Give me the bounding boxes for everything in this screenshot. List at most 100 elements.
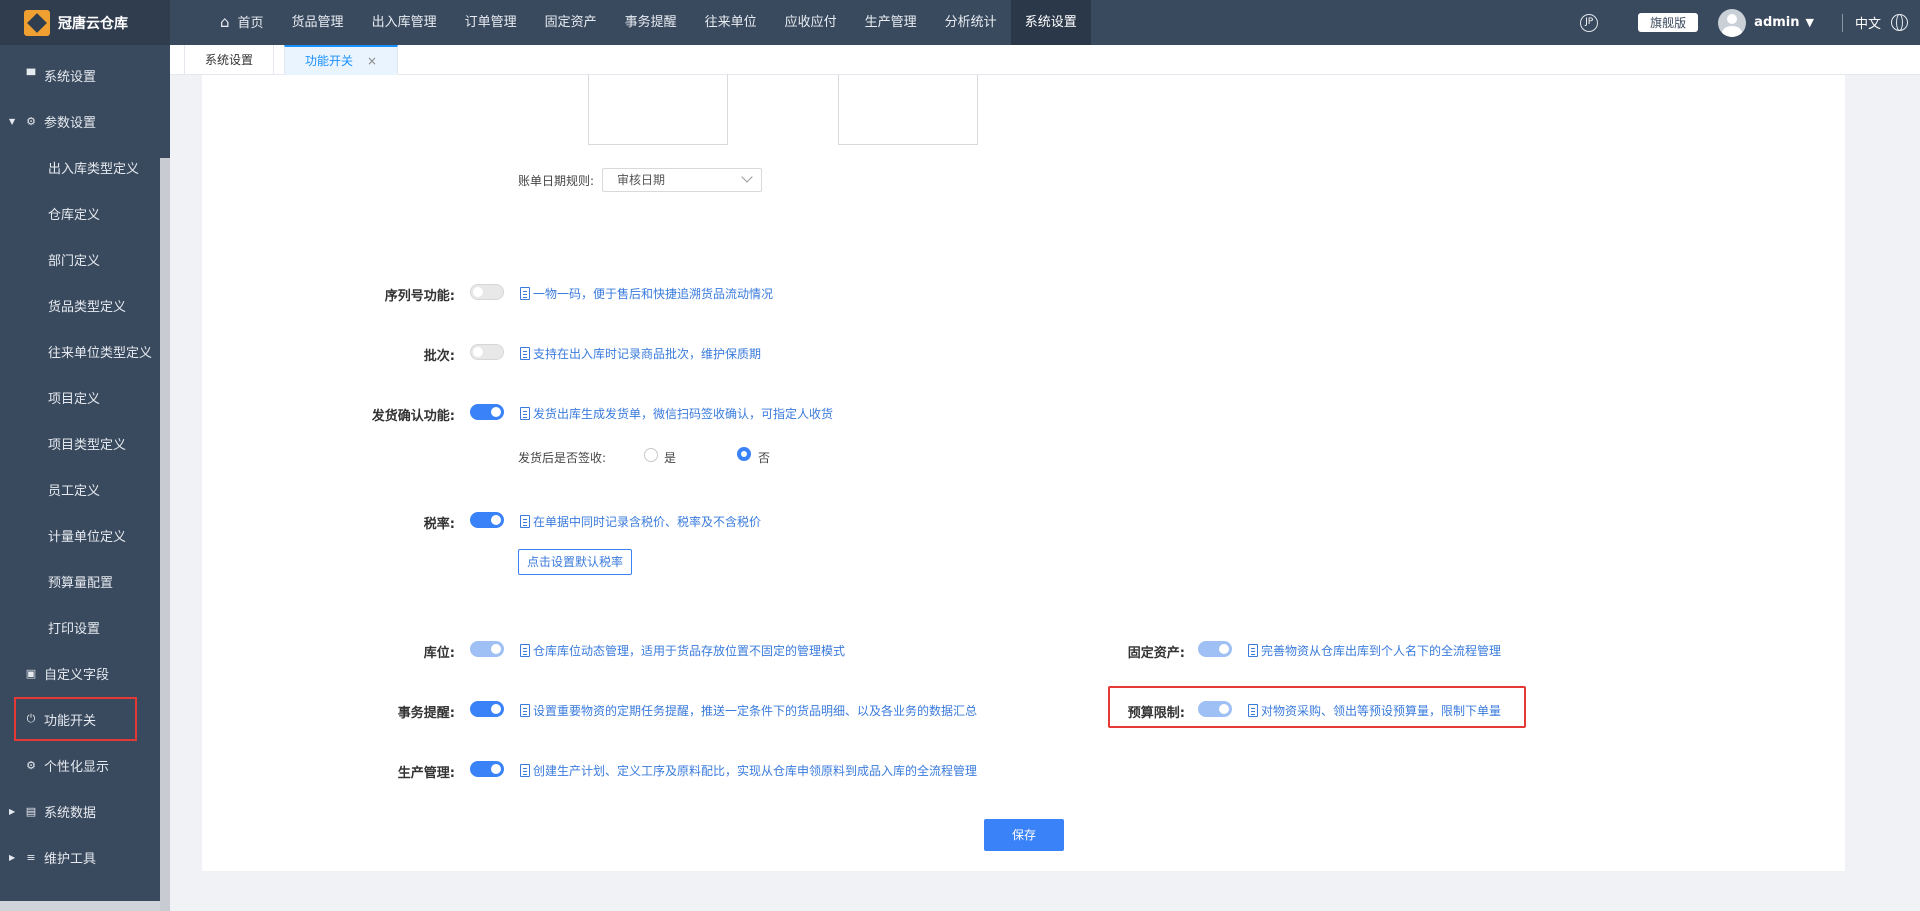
reminder-label: 事务提醒:: [397, 706, 455, 721]
chevron-down-icon: [741, 171, 753, 183]
nav-orders[interactable]: 订单管理: [451, 0, 531, 45]
set-default-tax-button[interactable]: 点击设置默认税率: [518, 549, 633, 575]
top-right-tools: JP 旗舰版 admin ▼ 中文: [1580, 0, 1920, 45]
doc-icon: [520, 764, 530, 777]
tab-system-settings[interactable]: 系统设置: [184, 45, 275, 75]
delivery-sign-no-radio[interactable]: [737, 447, 751, 461]
doc-icon: [520, 515, 530, 528]
fixed-asset-toggle[interactable]: [1198, 641, 1232, 657]
sidebar-item-system-data[interactable]: ▶ ▤ 系统数据: [0, 788, 160, 834]
close-icon[interactable]: ×: [367, 54, 377, 68]
sidebar-item-maintenance[interactable]: ▶ ≡ 维护工具: [0, 834, 160, 880]
sidebar-scrollbar[interactable]: [160, 158, 170, 911]
edition-badge: 旗舰版: [1638, 13, 1699, 32]
user-name[interactable]: admin: [1754, 15, 1799, 30]
sidebar-item-project[interactable]: 项目定义: [0, 374, 160, 420]
logo-icon: [24, 9, 50, 36]
nav-goods[interactable]: 货品管理: [278, 0, 358, 45]
sidebar-item-budget[interactable]: 预算量配置: [0, 558, 160, 604]
reminder-toggle[interactable]: [470, 701, 504, 717]
delivery-sign-no-label[interactable]: 否: [758, 449, 770, 466]
sidebar-horizontal-scrollbar[interactable]: [0, 901, 160, 911]
doc-icon: [1248, 704, 1258, 717]
language-switch[interactable]: 中文: [1855, 13, 1881, 32]
sidebar-item-system-settings[interactable]: ▀ 系统设置: [0, 52, 160, 98]
top-bar: 冠唐云仓库 ⌂ 首页 货品管理 出入库管理 订单管理 固定资产 事务提醒 往来单位…: [0, 0, 1920, 45]
sidebar-item-warehouse[interactable]: 仓库定义: [0, 190, 160, 236]
nav-production[interactable]: 生产管理: [851, 0, 931, 45]
avatar[interactable]: [1718, 8, 1747, 37]
feature-switch-panel: 账单日期规则: 审核日期 序列号功能: 一物一码，便于售后和快捷追溯货品流动情况…: [202, 75, 1845, 871]
sidebar-item-unit[interactable]: 计量单位定义: [0, 512, 160, 558]
tax-desc: 在单据中同时记录含税价、税率及不含税价: [520, 513, 761, 530]
location-desc: 仓库库位动态管理，适用于货品存放位置不固定的管理模式: [520, 642, 845, 659]
nav-fixed-assets[interactable]: 固定资产: [531, 0, 611, 45]
serial-toggle[interactable]: [470, 284, 504, 300]
tab-bar: 系统设置 功能开关 ×: [170, 45, 1920, 75]
save-button[interactable]: 保存: [984, 819, 1064, 851]
bill-date-select[interactable]: 审核日期: [602, 168, 762, 192]
nav-partners[interactable]: 往来单位: [691, 0, 771, 45]
doc-icon: [520, 704, 530, 717]
production-desc: 创建生产计划、定义工序及原料配比，实现从仓库申领原料到成品入库的全流程管理: [520, 762, 977, 779]
production-label: 生产管理:: [397, 766, 455, 781]
gear-icon: ⚙: [26, 114, 36, 128]
nav-analytics[interactable]: 分析统计: [931, 0, 1011, 45]
app-logo[interactable]: 冠唐云仓库: [0, 0, 170, 45]
budget-toggle[interactable]: [1198, 701, 1232, 717]
sidebar-item-partner-type[interactable]: 往来单位类型定义: [0, 328, 160, 374]
sidebar-item-custom-fields[interactable]: ▣ 自定义字段: [0, 650, 160, 696]
budget-label: 预算限制:: [1127, 706, 1185, 721]
image-upload-box[interactable]: [588, 75, 728, 145]
monitor-icon: ▀: [26, 68, 36, 82]
delivery-sign-yes-label[interactable]: 是: [664, 449, 676, 466]
tab-feature-switch[interactable]: 功能开关 ×: [284, 45, 399, 75]
globe-icon[interactable]: [1891, 14, 1908, 31]
doc-icon: [520, 644, 530, 657]
nav-reminders[interactable]: 事务提醒: [611, 0, 691, 45]
gear-icon: ⚙: [26, 758, 36, 772]
doc-icon: [520, 287, 530, 300]
nav-system-settings[interactable]: 系统设置: [1010, 0, 1091, 45]
image-upload-box[interactable]: [838, 75, 978, 145]
nav-receivables[interactable]: 应收应付: [771, 0, 851, 45]
caret-right-icon: ▶: [9, 852, 16, 862]
chart-icon: ▤: [25, 804, 37, 818]
reminder-desc: 设置重要物资的定期任务提醒，推送一定条件下的货品明细、以及各业务的数据汇总: [520, 702, 977, 719]
serial-desc: 一物一码，便于售后和快捷追溯货品流动情况: [520, 285, 773, 302]
sidebar-item-params[interactable]: ▼ ⚙ 参数设置: [0, 98, 160, 144]
production-toggle[interactable]: [470, 761, 504, 777]
delivery-label: 发货确认功能:: [371, 409, 455, 424]
nav-inout[interactable]: 出入库管理: [358, 0, 451, 45]
tax-toggle[interactable]: [470, 512, 504, 528]
doc-icon: [1248, 644, 1258, 657]
sidebar-item-employee[interactable]: 员工定义: [0, 466, 160, 512]
sidebar-item-inout-type[interactable]: 出入库类型定义: [0, 144, 160, 190]
main-nav: ⌂ 首页 货品管理 出入库管理 订单管理 固定资产 事务提醒 往来单位 应收应付 …: [206, 0, 1091, 45]
batch-desc: 支持在出入库时记录商品批次，维护保质期: [520, 345, 761, 362]
delivery-toggle[interactable]: [470, 404, 504, 420]
divider: [1841, 13, 1843, 32]
form-icon: ▣: [25, 666, 37, 680]
doc-icon: [520, 347, 530, 360]
serial-label: 序列号功能:: [384, 289, 455, 304]
sidebar-item-department[interactable]: 部门定义: [0, 236, 160, 282]
sidebar-item-print[interactable]: 打印设置: [0, 604, 160, 650]
nav-home[interactable]: ⌂ 首页: [206, 0, 278, 45]
batch-toggle[interactable]: [470, 344, 504, 360]
fixed-asset-desc: 完善物资从仓库出库到个人名下的全流程管理: [1248, 642, 1501, 659]
sidebar-item-personalize[interactable]: ⚙ 个性化显示: [0, 742, 160, 788]
location-toggle[interactable]: [470, 641, 504, 657]
sidebar-item-goods-type[interactable]: 货品类型定义: [0, 282, 160, 328]
caret-right-icon: ▶: [9, 806, 16, 816]
database-icon: ≡: [26, 850, 36, 864]
page-scrollbar[interactable]: [1906, 75, 1920, 911]
tax-label: 税率:: [423, 517, 455, 532]
power-icon: ⏻: [26, 712, 36, 725]
location-label: 库位:: [423, 646, 455, 661]
chevron-down-icon[interactable]: ▼: [1806, 16, 1814, 29]
brand-circle-icon[interactable]: JP: [1580, 13, 1599, 32]
sidebar-item-feature-switch[interactable]: ⏻ 功能开关: [14, 697, 137, 741]
delivery-sign-yes-radio[interactable]: [644, 448, 658, 462]
sidebar-item-project-type[interactable]: 项目类型定义: [0, 420, 160, 466]
